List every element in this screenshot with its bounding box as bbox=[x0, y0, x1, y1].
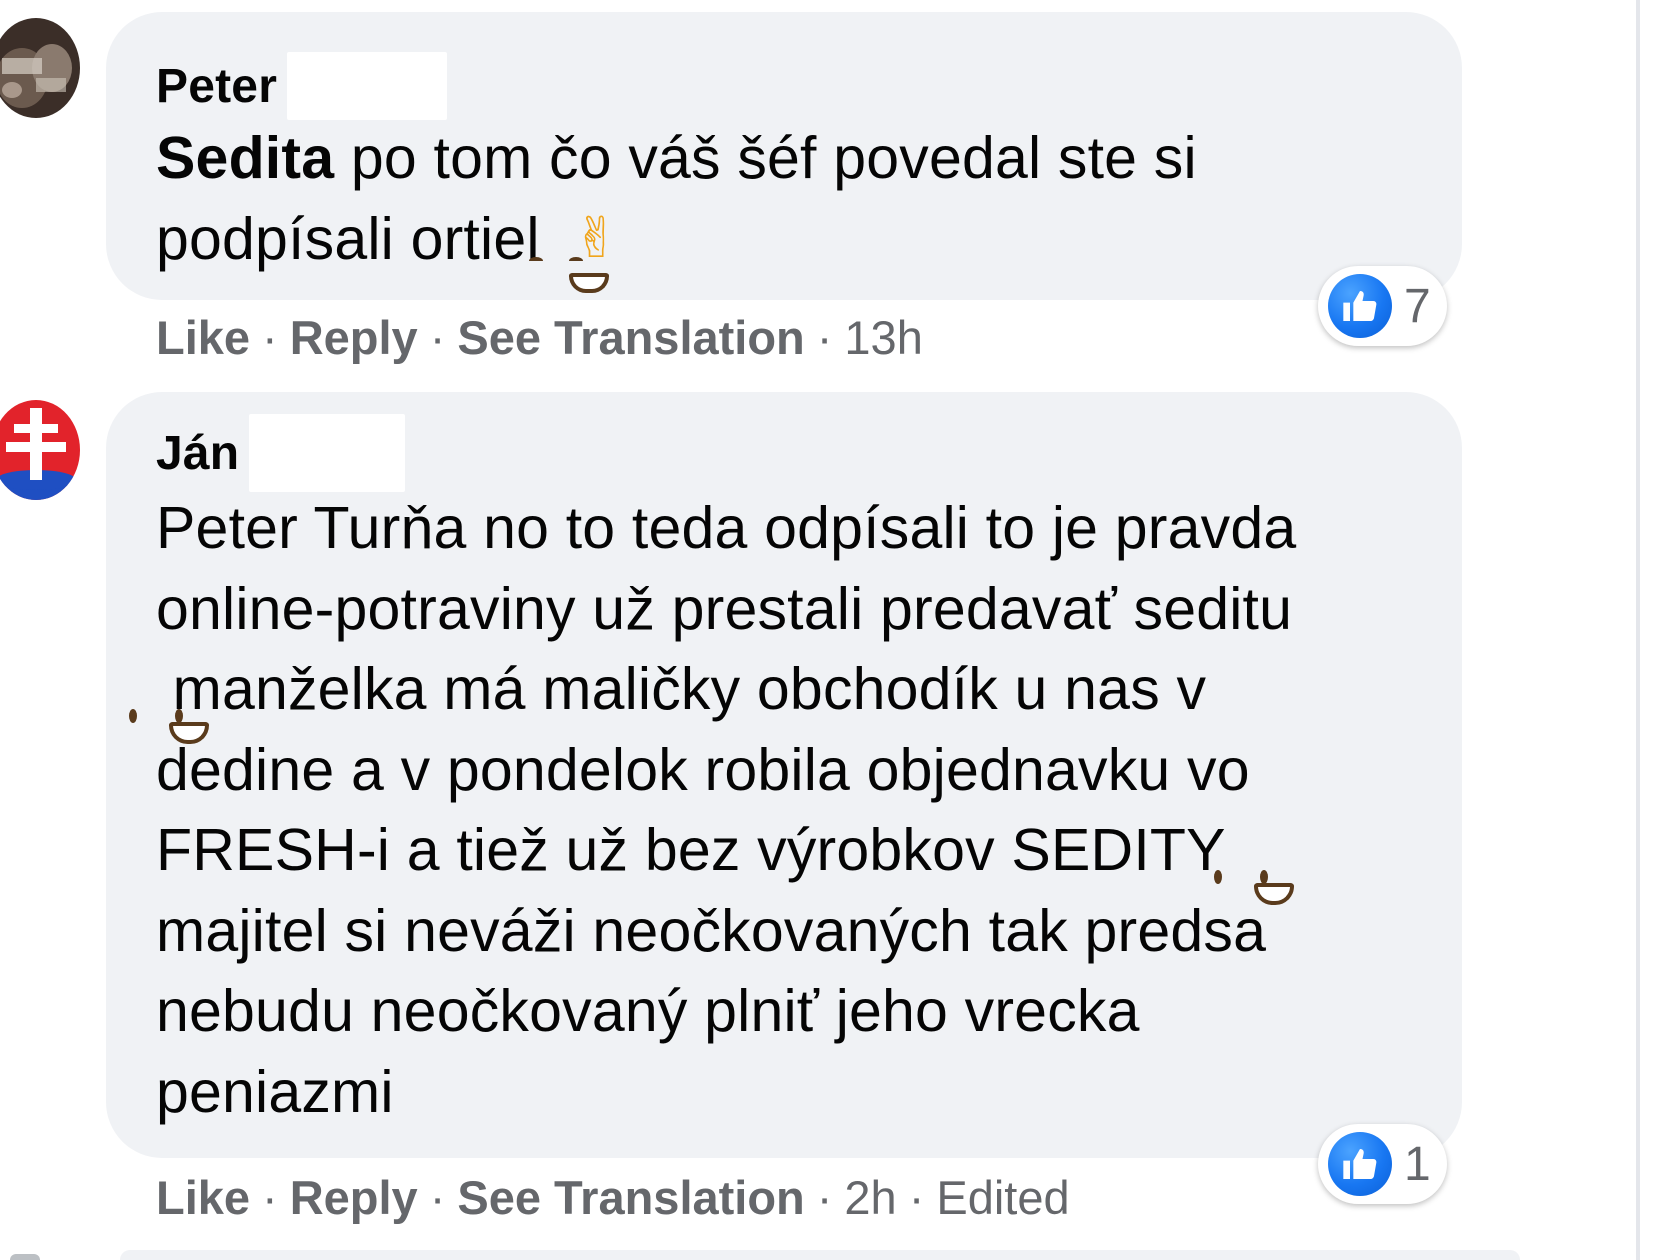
scrollbar-track[interactable] bbox=[1636, 0, 1640, 1260]
reaction-count: 7 bbox=[1404, 279, 1431, 333]
separator-dot: · bbox=[816, 311, 833, 364]
separator-dot: · bbox=[262, 1171, 278, 1224]
like-thumbs-up-icon bbox=[1328, 274, 1392, 338]
comment-actions: Like · Reply · See Translation · 13h bbox=[156, 310, 923, 365]
separator-dot: · bbox=[429, 311, 446, 364]
separator-dot: · bbox=[429, 1171, 446, 1224]
reply-button[interactable]: Reply bbox=[290, 1170, 418, 1225]
next-avatar-edge bbox=[10, 1254, 40, 1260]
next-comment-bubble-edge bbox=[120, 1250, 1520, 1260]
like-button[interactable]: Like bbox=[156, 1170, 250, 1225]
comment-actions: Like · Reply · See Translation · 2h · Edited bbox=[156, 1170, 1070, 1225]
like-thumbs-up-icon bbox=[1328, 1132, 1392, 1196]
see-translation-link[interactable]: See Translation bbox=[457, 1170, 804, 1225]
separator-dot: · bbox=[262, 311, 278, 364]
timestamp[interactable]: 13h bbox=[844, 310, 922, 365]
comment-text-part-2: manželka má maličky obchodík u nas v ded… bbox=[156, 656, 1250, 883]
comment-text: Sedita po tom čo váš šéf povedal ste si … bbox=[156, 118, 1372, 293]
reaction-count: 1 bbox=[1404, 1137, 1431, 1191]
separator-dot: · bbox=[908, 1171, 925, 1224]
reaction-summary[interactable]: 1 bbox=[1318, 1124, 1447, 1204]
like-button[interactable]: Like bbox=[156, 310, 250, 365]
comment-text-part-1: Peter Turňa no to teda odpísali to je pr… bbox=[156, 495, 1297, 642]
comment-text: Peter Turňa no to teda odpísali to je pr… bbox=[129, 488, 1372, 1132]
separator-dot: · bbox=[816, 1171, 833, 1224]
mention-link[interactable]: Sedita bbox=[156, 125, 334, 191]
timestamp[interactable]: 2h bbox=[844, 1170, 896, 1225]
comment-bubble: Ján Peter Turňa no to teda odpísali to j… bbox=[106, 392, 1462, 1158]
edited-label[interactable]: Edited bbox=[936, 1170, 1069, 1225]
redacted-surname bbox=[287, 52, 448, 120]
redacted-surname bbox=[249, 414, 406, 492]
victory-hand-icon: ✌ bbox=[572, 205, 620, 271]
author-row: Ján bbox=[156, 414, 406, 492]
comment-bubble: Peter Sedita po tom čo váš šéf povedal s… bbox=[106, 12, 1462, 300]
author-name[interactable]: Peter bbox=[156, 59, 277, 114]
author-row: Peter bbox=[156, 52, 448, 120]
avatar[interactable] bbox=[0, 18, 80, 118]
reaction-summary[interactable]: 7 bbox=[1318, 266, 1447, 346]
comment-text-part-3: majitel si neváži neočkovaných tak preds… bbox=[156, 897, 1267, 1125]
see-translation-link[interactable]: See Translation bbox=[457, 310, 804, 365]
author-name[interactable]: Ján bbox=[156, 426, 239, 481]
reply-button[interactable]: Reply bbox=[290, 310, 418, 365]
avatar[interactable] bbox=[0, 400, 80, 500]
